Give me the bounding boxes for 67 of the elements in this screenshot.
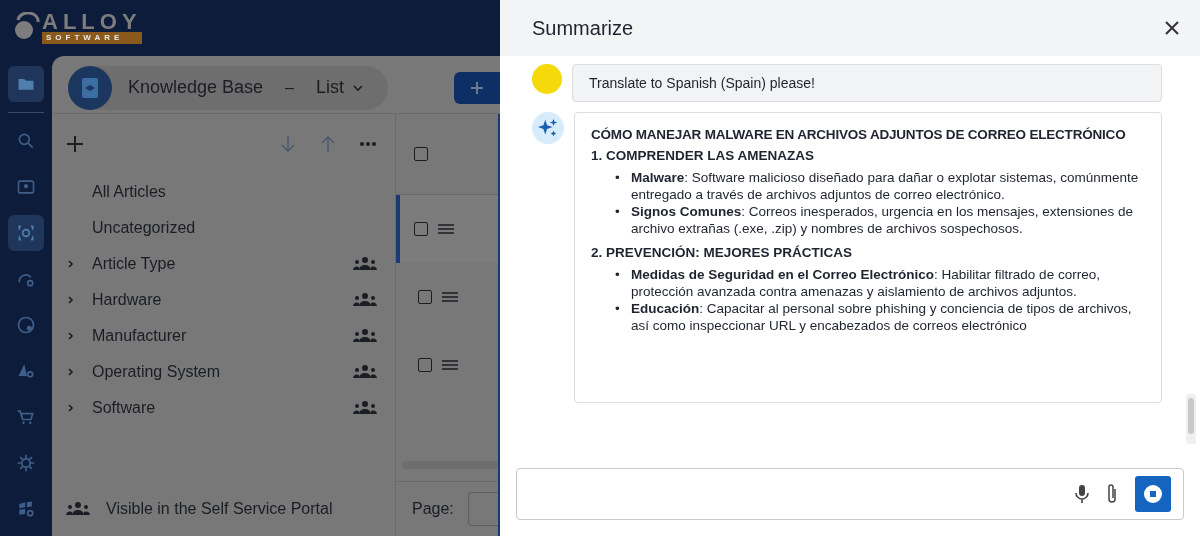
lines-icon (438, 224, 454, 234)
tree-item[interactable]: Uncategorized (92, 219, 377, 237)
plus-icon (470, 80, 484, 95)
card-icon (16, 177, 36, 197)
bullet-marker: • (615, 169, 621, 187)
logo-icon (14, 12, 40, 42)
add-icon[interactable] (66, 135, 84, 153)
title-separator: – (285, 78, 294, 97)
chevron-right-icon[interactable] (66, 295, 76, 305)
bullet-marker: • (615, 266, 621, 284)
sparkle-icon (532, 112, 564, 144)
select-all-checkbox[interactable] (414, 147, 428, 161)
lines-icon (442, 360, 458, 370)
bullet-marker: • (615, 300, 621, 318)
people-icon (353, 292, 377, 308)
section-heading: 2. PREVENCIÓN: MEJORES PRÁCTICAS (591, 245, 854, 260)
avatar (532, 64, 562, 94)
tree-item[interactable]: Software (92, 399, 353, 417)
user-message: Translate to Spanish (Spain) please! (572, 64, 1162, 102)
more-icon[interactable] (359, 141, 377, 147)
people-icon (353, 400, 377, 416)
chevron-right-icon[interactable] (66, 367, 76, 377)
bullet-text: Malware: Software malicioso diseñado para dañar o explotar sistemas, comúnmente entregado a través de archivos adjuntos de correo electrónico. (631, 169, 1140, 203)
tree-item[interactable]: Operating System (92, 363, 353, 381)
pager-label: Page: (412, 500, 454, 518)
microphone-icon[interactable] (1075, 484, 1089, 504)
section-heading: 1. COMPRENDER LAS AMENAZAS (591, 148, 815, 163)
bullet-text: Educación: Capacitar al personal sobre phishing y conciencia de tipos de archivos, así como inspeccionar URL y encabezados de correos electrónico (631, 300, 1133, 334)
tree-item[interactable]: Hardware (92, 291, 353, 309)
row-checkbox[interactable] (414, 222, 428, 236)
bullet-marker: • (615, 203, 621, 221)
tree-item[interactable]: Manufacturer (92, 327, 353, 345)
logo-tagline: SOFTWARE (42, 32, 142, 44)
dialog-title: Summarize (532, 16, 635, 40)
people-icon (353, 364, 377, 380)
close-icon[interactable] (1164, 20, 1180, 36)
bullet-text: Medidas de Seguridad en el Correo Electrónico: Habilitar filtrado de correo, protección avanzada contra amenazas y aislamiento de archivos adjuntos. (631, 266, 1101, 300)
people-icon (66, 501, 90, 517)
bullet-text: Signos Comunes: Correos inesperados, urgencia en los mensajes, extensiones de archivo extrañas (.exe, .zip) y nombres de archivos sospechosos. (631, 203, 1134, 237)
add-button[interactable] (454, 71, 500, 104)
people-icon (353, 328, 377, 344)
row-checkbox[interactable] (418, 290, 432, 304)
message-input[interactable] (516, 468, 1184, 520)
module-title: Knowledge Base (128, 77, 264, 98)
scrollbar[interactable] (1186, 394, 1196, 444)
search-icon (16, 131, 36, 151)
response-title: CÓMO MANEJAR MALWARE EN ARCHIVOS ADJUNTOS DE CORREO ELECTRÓNICO (591, 127, 1127, 142)
paperclip-icon[interactable] (1105, 483, 1119, 505)
logo-wordmark: ALLOY (42, 12, 142, 32)
nav-item[interactable] (8, 66, 44, 102)
chevron-right-icon[interactable] (66, 259, 76, 269)
view-dropdown[interactable]: List (316, 77, 365, 98)
caret-icon (352, 83, 365, 92)
book-icon (68, 65, 112, 110)
stop-icon (1143, 484, 1163, 504)
tree-item[interactable]: All Articles (92, 183, 377, 201)
row-checkbox[interactable] (418, 358, 432, 372)
chevron-right-icon[interactable] (66, 331, 76, 341)
chevron-right-icon[interactable] (66, 403, 76, 413)
people-icon (353, 256, 377, 272)
stop-button[interactable] (1135, 476, 1171, 512)
tree-item[interactable]: Article Type (92, 255, 353, 273)
nav-item[interactable] (8, 215, 44, 251)
lines-icon (442, 292, 458, 302)
grid-row[interactable] (396, 195, 500, 263)
scrollbar[interactable] (402, 461, 500, 469)
legend-text: Visible in the Self Service Portal (106, 500, 333, 518)
